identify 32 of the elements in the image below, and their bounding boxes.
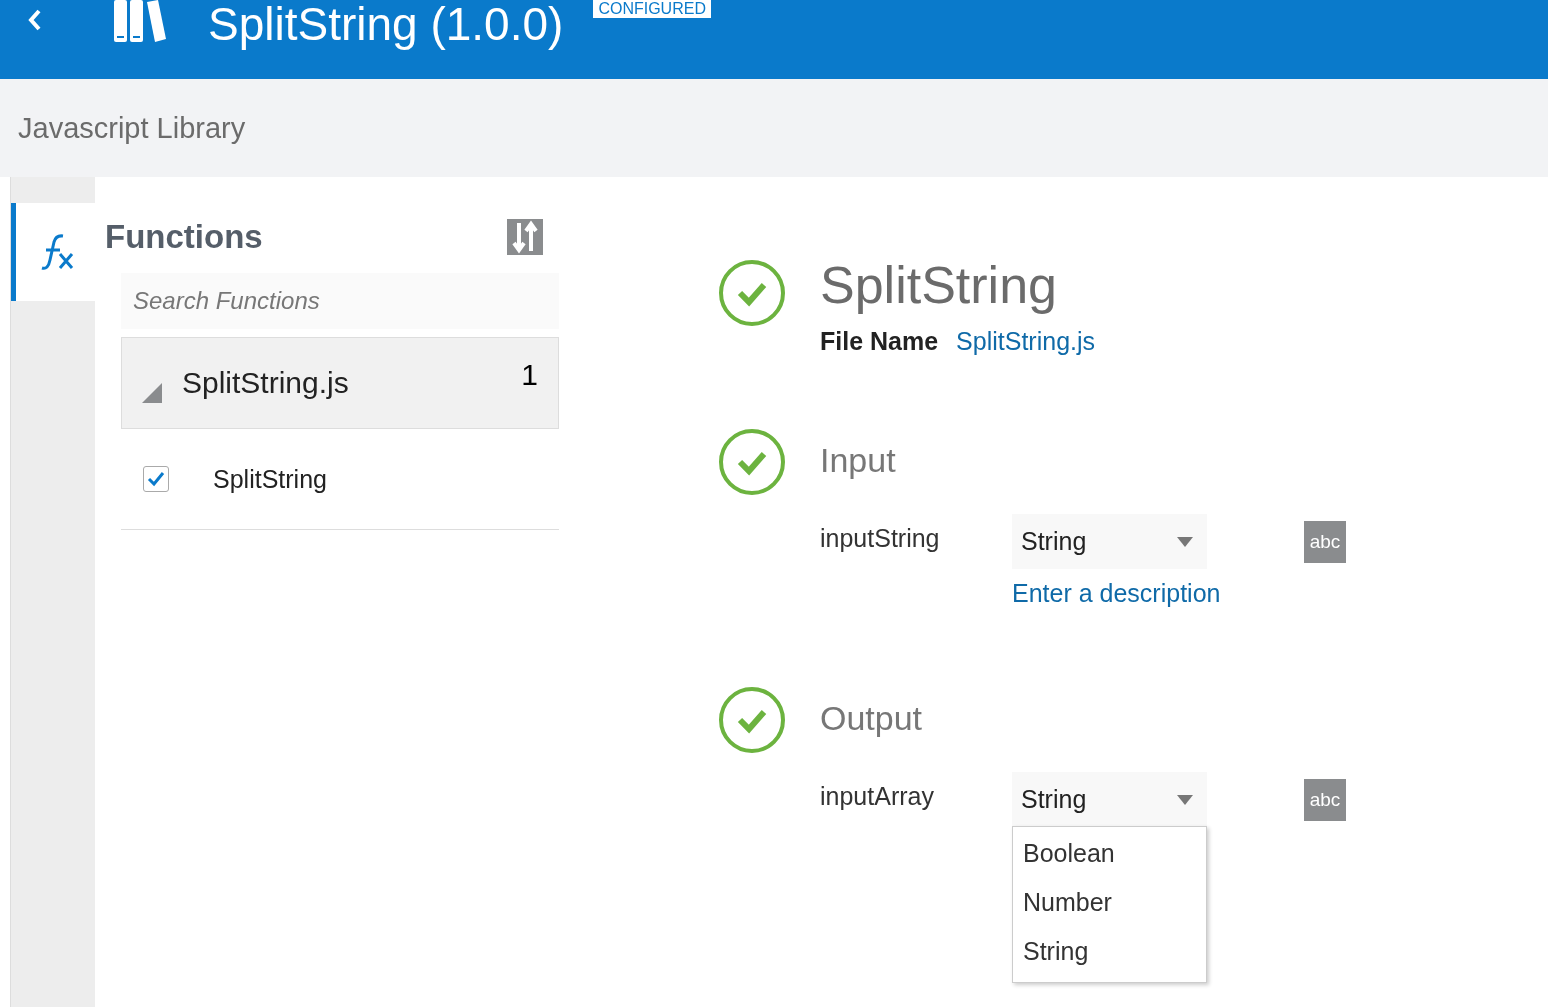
status-badge: CONFIGURED <box>593 0 711 18</box>
sort-icon[interactable] <box>507 219 543 255</box>
page-title: SplitString (1.0.0) <box>208 0 564 50</box>
library-type-label: Javascript Library <box>18 111 246 145</box>
type-badge: abc <box>1304 779 1346 821</box>
description-link[interactable]: Enter a description <box>1012 579 1221 608</box>
type-dropdown[interactable]: String <box>1012 514 1207 569</box>
search-field[interactable]: Search Functions <box>121 273 559 329</box>
functions-tab[interactable] <box>11 203 95 301</box>
dropdown-option[interactable]: Number <box>1013 878 1206 927</box>
parameter-name: inputString <box>820 524 941 553</box>
file-name: SplitString.js <box>182 366 349 400</box>
caret-icon <box>1177 536 1193 547</box>
function-checkbox[interactable] <box>143 466 169 492</box>
function-count: 1 <box>521 358 538 392</box>
file-name-link[interactable]: SplitString.js <box>956 327 1096 356</box>
expand-icon[interactable] <box>142 383 162 403</box>
file-group-header[interactable]: SplitString.js 1 <box>121 337 559 429</box>
checkmark-icon <box>146 469 166 489</box>
function-name: SplitString <box>213 464 327 494</box>
type-dropdown[interactable]: String <box>1012 772 1207 827</box>
section-heading: Output <box>820 698 924 738</box>
type-badge: abc <box>1304 521 1346 563</box>
dropdown-option[interactable]: Boolean <box>1013 829 1206 878</box>
section-heading: Input <box>820 440 897 480</box>
parameter-name: inputArray <box>820 782 935 811</box>
dropdown-option[interactable]: String <box>1013 927 1206 976</box>
caret-icon <box>1177 794 1193 805</box>
panel-title: Functions <box>105 218 263 256</box>
file-name-label: File Name <box>820 327 939 356</box>
function-title: SplitString <box>820 255 1058 315</box>
back-icon[interactable] <box>28 9 42 31</box>
